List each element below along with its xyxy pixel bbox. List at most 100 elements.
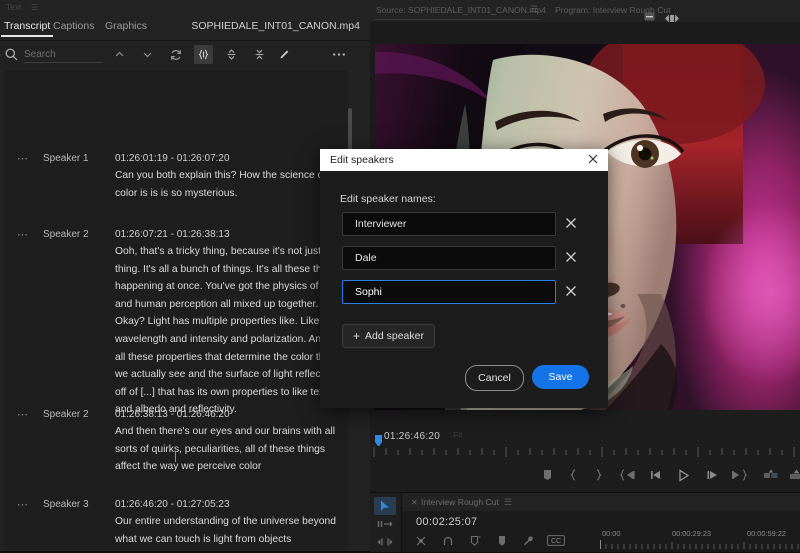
- add-marker-icon[interactable]: [541, 468, 554, 487]
- marker-pin-icon[interactable]: [496, 534, 508, 553]
- remove-speaker-icon-2[interactable]: [563, 249, 579, 265]
- pencil-icon[interactable]: [275, 45, 294, 64]
- dialog-section-label: Edit speaker names:: [340, 193, 436, 205]
- tab-graphics[interactable]: Graphics: [105, 20, 147, 32]
- monitor-tabbar: Source: SOPHIEDALE_INT01_CANON.mp4 ☰ Pro…: [370, 0, 800, 22]
- ruler-label: 00:00:29:23: [672, 529, 711, 538]
- monitor-time-ruler[interactable]: [370, 446, 800, 462]
- segment-timecode: 01:26:01:19 - 01:26:07:20: [115, 153, 230, 164]
- save-label: Save: [549, 371, 573, 383]
- hamburger-icon[interactable]: ☰: [31, 3, 38, 12]
- segment-text[interactable]: Can you both explain this? How the scien…: [115, 167, 343, 202]
- speaker-label[interactable]: Speaker 1: [43, 153, 89, 164]
- speaker-name-input-2[interactable]: [342, 246, 556, 270]
- tab-captions[interactable]: Captions: [53, 20, 94, 32]
- cc-icon[interactable]: CC: [547, 534, 565, 552]
- track-select-forward-icon[interactable]: [374, 515, 396, 533]
- monitor-timecode[interactable]: 01:26:46:20: [384, 431, 440, 442]
- segment-options-icon[interactable]: ⋯: [17, 152, 29, 165]
- sequence-tab-label[interactable]: Interview Rough Cut: [421, 497, 499, 507]
- premiere-pro-window: Text ☰ Transcript Captions Graphics SOPH…: [0, 0, 800, 551]
- cancel-label: Cancel: [478, 372, 511, 384]
- timeline-time-ruler[interactable]: 00:00 00:00:29:23 00:00:59:22: [600, 529, 800, 551]
- drag-video-icon[interactable]: [664, 11, 680, 29]
- ruler-label: 00:00:59:22: [747, 529, 786, 538]
- hamburger-icon[interactable]: ☰: [504, 497, 512, 508]
- text-panel: Text ☰ Transcript Captions Graphics SOPH…: [0, 0, 370, 551]
- search-icon: [4, 47, 19, 62]
- ripple-edit-icon[interactable]: [374, 533, 396, 551]
- segment-options-icon[interactable]: ⋯: [17, 498, 29, 511]
- text-panel-tabs: Transcript Captions Graphics SOPHIEDALE_…: [0, 16, 370, 41]
- add-marker-icon[interactable]: [468, 534, 482, 553]
- plus-icon: +: [353, 330, 360, 342]
- overwrite-icon[interactable]: [789, 468, 800, 487]
- collapse-icon[interactable]: [250, 45, 269, 64]
- segment-text[interactable]: Ooh, that's a tricky thing, because it's…: [115, 243, 343, 419]
- timeline-toggle-row: CC: [414, 534, 604, 548]
- panel-header: Text ☰: [0, 0, 370, 17]
- tab-source-monitor[interactable]: Source: SOPHIEDALE_INT01_CANON.mp4: [376, 5, 546, 15]
- cancel-button[interactable]: Cancel: [465, 365, 524, 391]
- expand-icon[interactable]: [222, 45, 241, 64]
- speaker-label[interactable]: Speaker 2: [43, 229, 89, 240]
- speaker-name-input-3[interactable]: [342, 280, 556, 304]
- transcript-toolbar: [0, 41, 370, 68]
- segment-text[interactable]: And then there's our eyes and our brains…: [115, 423, 343, 476]
- snap-icon[interactable]: [414, 534, 428, 553]
- dialog-title: Edit speakers: [330, 154, 394, 166]
- go-to-out-icon[interactable]: [731, 468, 747, 487]
- timeline-playhead-timecode[interactable]: 00:02:25:07: [416, 516, 477, 528]
- step-back-icon[interactable]: [649, 468, 663, 487]
- tools-palette: [370, 493, 400, 552]
- segment-timecode: 01:26:38:13 - 01:26:46:20: [115, 409, 230, 420]
- add-speaker-button[interactable]: + Add speaker: [342, 324, 435, 348]
- remove-speaker-icon-3[interactable]: [563, 283, 579, 299]
- segment-timecode: 01:26:46:20 - 01:27:05:23: [115, 499, 230, 510]
- add-speaker-label: Add speaker: [365, 330, 424, 342]
- step-forward-icon[interactable]: [705, 468, 719, 487]
- segment-options-icon[interactable]: ⋯: [17, 408, 29, 421]
- previous-match-button[interactable]: [110, 45, 129, 64]
- wrench-icon[interactable]: [643, 10, 656, 28]
- timeline-sequence-area: ✕ Interview Rough Cut ☰ 00:02:25:07: [401, 493, 800, 552]
- segment-timecode: 01:26:07:21 - 01:26:38:13: [115, 229, 230, 240]
- go-to-in-icon[interactable]: [620, 468, 636, 487]
- linked-selection-icon[interactable]: [441, 534, 455, 553]
- save-button[interactable]: Save: [532, 365, 589, 389]
- close-icon[interactable]: ✕: [411, 498, 418, 507]
- segment-text[interactable]: Our entire understanding of the universe…: [115, 513, 347, 548]
- timeline-panel: ✕ Interview Rough Cut ☰ 00:02:25:07: [370, 492, 800, 552]
- speaker-brackets-icon[interactable]: [194, 45, 213, 64]
- transcript-list[interactable]: ⋯ Speaker 1 01:26:01:19 - 01:26:07:20 Ca…: [3, 70, 349, 548]
- refresh-icon[interactable]: [166, 45, 185, 64]
- ruler-label: 00:00: [602, 529, 621, 538]
- wrench-icon[interactable]: [521, 534, 535, 553]
- mark-in-icon[interactable]: [567, 468, 580, 487]
- svg-text:CC: CC: [551, 538, 561, 545]
- transcript-clip-name: SOPHIEDALE_INT01_CANON.mp4: [191, 20, 360, 32]
- timeline-tabbar: ✕ Interview Rough Cut ☰: [402, 493, 800, 511]
- next-match-button[interactable]: [138, 45, 157, 64]
- panel-title: Text: [6, 3, 21, 12]
- insert-icon[interactable]: [763, 468, 779, 487]
- speaker-label[interactable]: Speaker 2: [43, 409, 89, 420]
- more-options-icon[interactable]: [329, 45, 348, 64]
- search-input[interactable]: [24, 46, 102, 63]
- monitor-transport-controls: [370, 468, 800, 488]
- monitor-fit-dropdown[interactable]: Fit: [453, 430, 462, 440]
- mark-out-icon[interactable]: [592, 468, 605, 487]
- speaker-name-input-1[interactable]: [342, 212, 556, 236]
- remove-speaker-icon-1[interactable]: [563, 215, 579, 231]
- active-tab-underline: [374, 19, 540, 20]
- text-caret: [175, 452, 176, 462]
- selection-arrow-icon[interactable]: [374, 497, 396, 515]
- segment-options-icon[interactable]: ⋯: [17, 228, 29, 241]
- speaker-label[interactable]: Speaker 3: [43, 499, 89, 510]
- hamburger-icon[interactable]: ☰: [530, 4, 538, 15]
- tab-transcript[interactable]: Transcript: [4, 20, 50, 32]
- play-icon[interactable]: [676, 468, 691, 488]
- close-icon[interactable]: [586, 152, 600, 166]
- edit-speakers-dialog: Edit speakers Edit speaker names:: [320, 149, 608, 408]
- dialog-title-bar[interactable]: Edit speakers: [320, 149, 608, 171]
